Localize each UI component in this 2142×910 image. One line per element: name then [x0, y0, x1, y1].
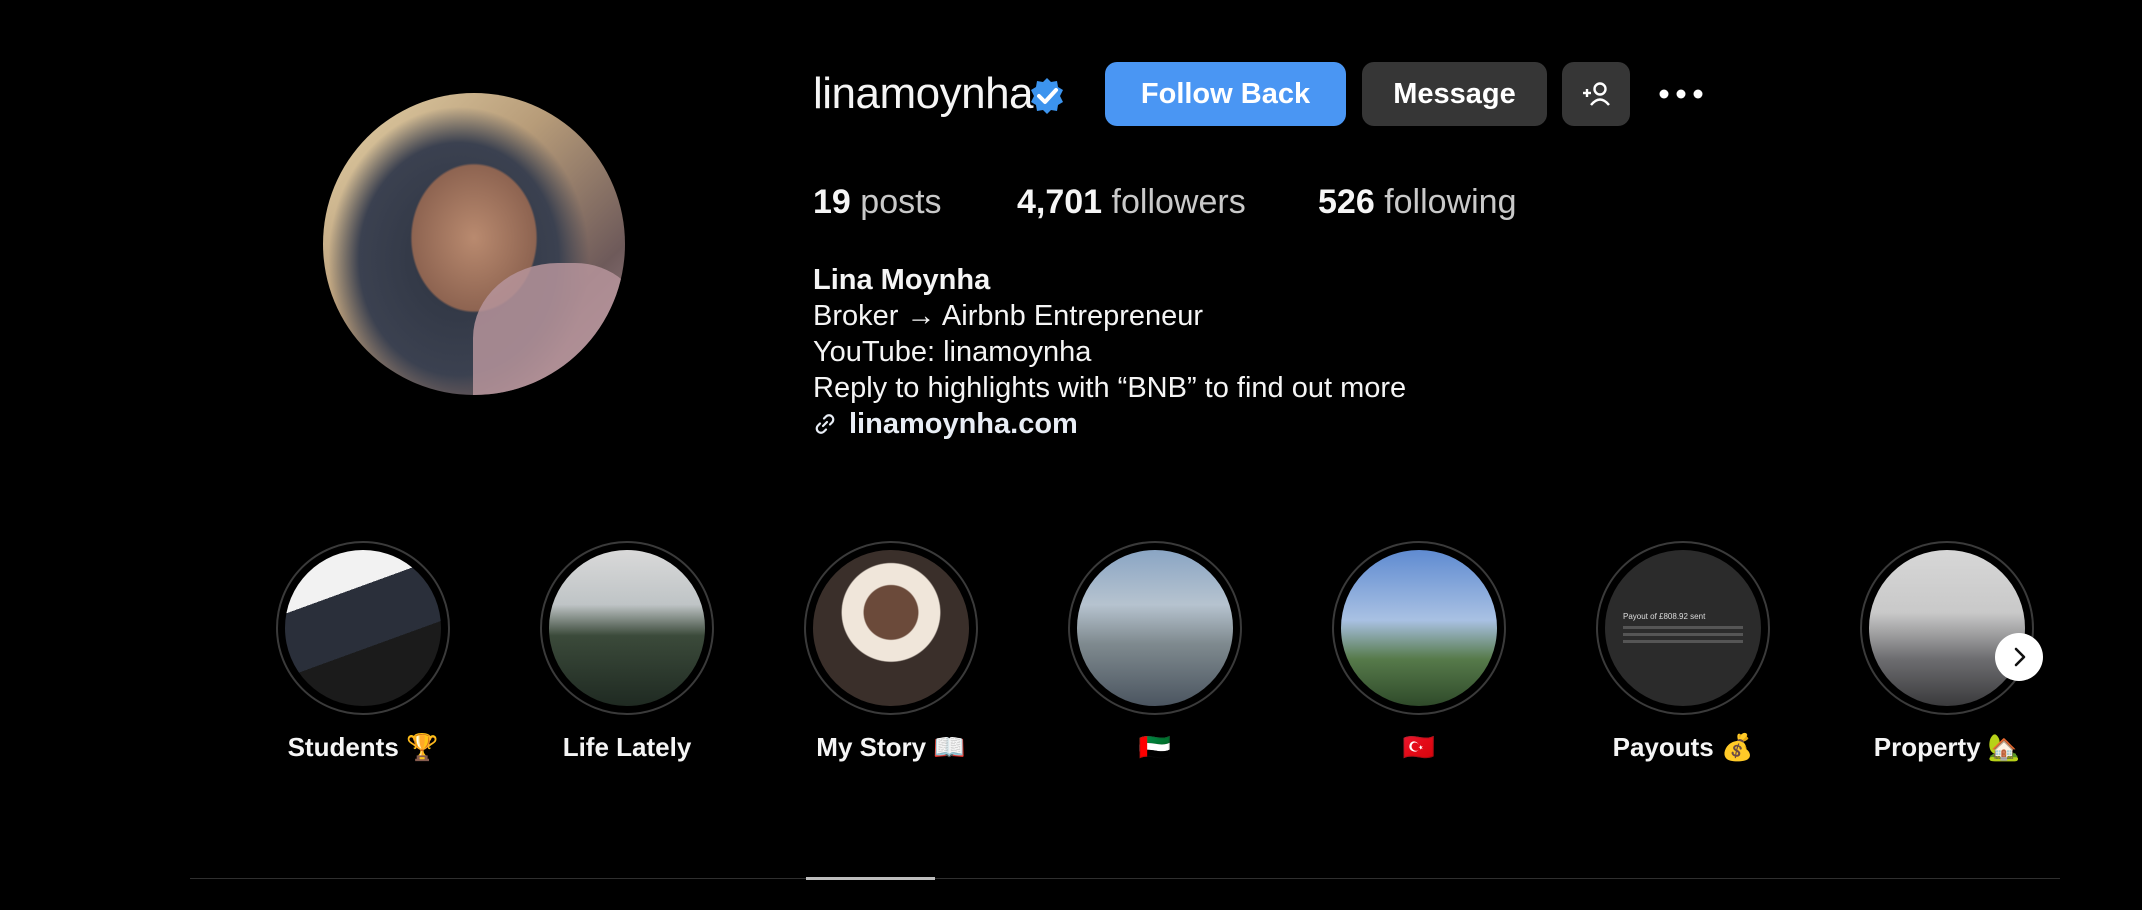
highlight-thumbnail — [1077, 550, 1233, 706]
link-icon — [815, 414, 835, 434]
posts-count: 19 — [813, 183, 851, 221]
bio-link-text[interactable]: linamoynha.com — [849, 406, 1078, 442]
highlight-label: 🇹🇷 — [1402, 732, 1436, 762]
followers-count: 4,701 — [1017, 183, 1103, 221]
add-user-icon — [1583, 82, 1610, 106]
follow-back-button[interactable]: Follow Back — [1105, 62, 1346, 126]
profile-username: linamoynha — [813, 69, 1034, 118]
following-label: following — [1384, 183, 1517, 221]
highlight-label: Students 🏆 — [287, 732, 439, 762]
highlight-ring — [276, 541, 450, 715]
highlight-thumbnail — [1869, 550, 2025, 706]
highlight-thumbnail — [1341, 550, 1497, 706]
highlight-label: Property 🏡 — [1873, 732, 2021, 762]
highlight-label: 🇦🇪 — [1138, 732, 1172, 762]
highlight-item[interactable]: Property 🏡 — [1860, 541, 2034, 762]
suggested-users-button[interactable] — [1562, 62, 1630, 126]
message-button[interactable]: Message — [1362, 62, 1547, 126]
highlight-ring — [1068, 541, 1242, 715]
highlight-thumbnail — [549, 550, 705, 706]
following-stat[interactable]: 526 following — [1318, 178, 1517, 226]
following-count: 526 — [1318, 183, 1375, 221]
highlight-item[interactable]: My Story 📖 — [804, 541, 978, 762]
bio-link[interactable]: linamoynha.com — [813, 406, 1406, 442]
highlight-ring — [1860, 541, 2034, 715]
highlight-ring: Payout of £808.92 sent — [1596, 541, 1770, 715]
active-tab-indicator — [806, 877, 935, 880]
highlight-thumbnail — [285, 550, 441, 706]
avatar-image — [473, 263, 625, 395]
chevron-right-icon — [2014, 647, 2026, 667]
payout-notice-text: Payout of £808.92 sent — [1623, 612, 1706, 621]
tabs-divider — [190, 878, 2060, 879]
bio-line: Reply to highlights with “BNB” to find o… — [813, 372, 1407, 404]
highlight-ring — [804, 541, 978, 715]
highlight-label: Life Lately — [562, 732, 692, 762]
followers-stat[interactable]: 4,701 followers — [1017, 178, 1246, 226]
highlight-item[interactable]: Life Lately — [540, 541, 714, 762]
more-options-button[interactable] — [1646, 62, 1716, 126]
highlights-next-button[interactable] — [1995, 633, 2043, 681]
bio-line: Broker → Airbnb Entrepreneur — [813, 300, 1204, 332]
highlight-label: Payouts 💰 — [1612, 732, 1754, 762]
payout-notice: Payout of £808.92 sent — [1623, 612, 1743, 643]
highlight-ring — [1332, 541, 1506, 715]
more-options-icon — [1659, 89, 1703, 99]
profile-avatar[interactable] — [323, 93, 625, 395]
posts-label: posts — [860, 183, 942, 221]
highlight-thumbnail: Payout of £808.92 sent — [1605, 550, 1761, 706]
bio-line: YouTube: linamoynha — [813, 336, 1092, 368]
profile-full-name: Lina Moynha — [813, 264, 991, 296]
highlight-label: My Story 📖 — [816, 732, 966, 762]
posts-stat: 19 posts — [813, 178, 942, 226]
profile-bio: Lina Moynha Broker → Airbnb Entrepreneur… — [813, 262, 1406, 442]
highlight-item[interactable]: Students 🏆 — [276, 541, 450, 762]
highlight-item[interactable]: 🇦🇪 — [1068, 541, 1242, 762]
highlight-item[interactable]: 🇹🇷 — [1332, 541, 1506, 762]
highlight-ring — [540, 541, 714, 715]
verified-badge-icon — [1031, 78, 1063, 114]
highlight-thumbnail — [813, 550, 969, 706]
highlight-item[interactable]: Payout of £808.92 sent Payouts 💰 — [1596, 541, 1770, 762]
followers-label: followers — [1111, 183, 1246, 221]
